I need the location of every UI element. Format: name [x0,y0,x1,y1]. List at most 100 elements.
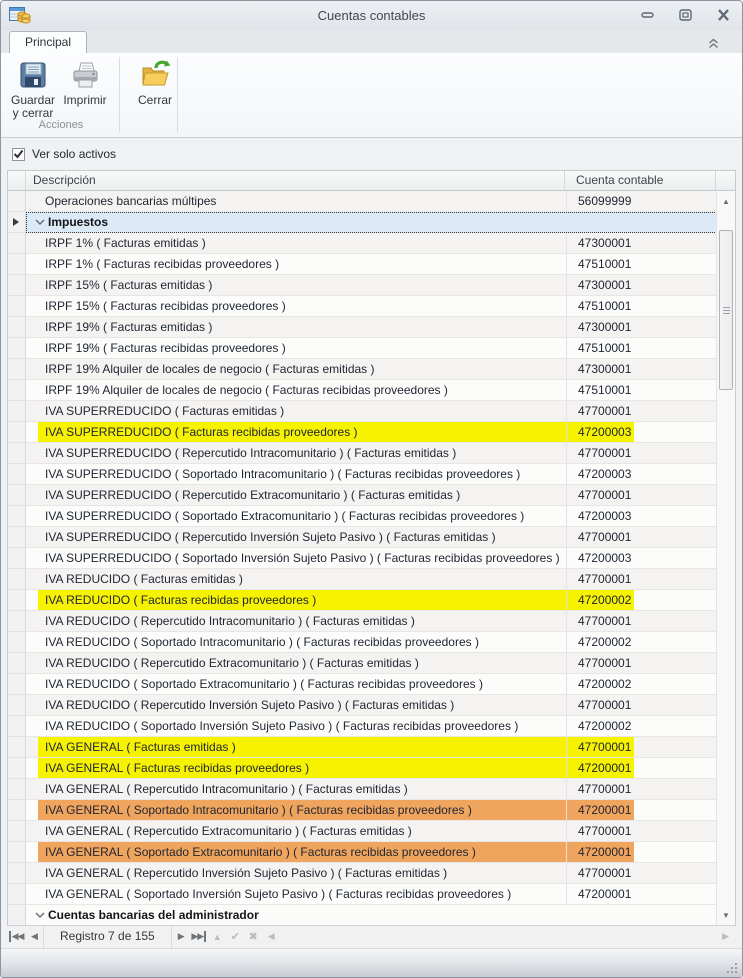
table-row[interactable]: IVA GENERAL ( Soportado Inversión Sujeto… [8,884,735,905]
table-row[interactable]: IVA GENERAL ( Repercutido Intracomunitar… [8,779,735,800]
end-edit-button[interactable]: ✔ [226,930,244,943]
table-row[interactable]: IVA REDUCIDO ( Repercutido Extracomunita… [8,653,735,674]
table-row[interactable]: IVA GENERAL ( Soportado Intracomunitario… [8,800,735,821]
table-row[interactable]: IVA SUPERREDUCIDO ( Soportado Inversión … [8,548,735,569]
cell-description[interactable]: IVA GENERAL ( Repercutido Intracomunitar… [38,779,566,799]
table-row[interactable]: IVA REDUCIDO ( Repercutido Intracomunita… [8,611,735,632]
cell-account[interactable]: 47200003 [566,464,717,484]
table-row[interactable]: IVA SUPERREDUCIDO ( Facturas recibidas p… [8,422,735,443]
cell-account[interactable]: 47700001 [566,443,717,463]
table-row[interactable]: IRPF 19% Alquiler de locales de negocio … [8,380,735,401]
cell-description[interactable]: IVA SUPERREDUCIDO ( Repercutido Extracom… [38,485,566,505]
cell-account[interactable]: 47200003 [566,506,717,526]
table-row[interactable]: IRPF 15% ( Facturas emitidas )47300001 [8,275,735,296]
cell-description[interactable]: IVA REDUCIDO ( Repercutido Extracomunita… [38,653,566,673]
cell-account[interactable]: 47200002 [566,632,717,652]
column-header-description[interactable]: Descripción [26,171,565,190]
cell-description[interactable]: IRPF 1% ( Facturas emitidas ) [38,233,566,253]
cell-description[interactable]: IVA REDUCIDO ( Soportado Intracomunitari… [38,632,566,652]
scroll-down-icon[interactable]: ▼ [717,907,735,924]
table-row[interactable]: IRPF 19% ( Facturas recibidas proveedore… [8,338,735,359]
cell-description[interactable]: IVA GENERAL ( Soportado Intracomunitario… [38,800,566,820]
table-row[interactable]: IRPF 1% ( Facturas emitidas )47300001 [8,233,735,254]
cell-description[interactable]: IVA SUPERREDUCIDO ( Facturas emitidas ) [38,401,566,421]
previous-record-button[interactable]: ◀ [25,931,43,942]
group-collapse-chevron-icon[interactable] [35,905,48,925]
show-active-only-checkbox[interactable] [12,148,25,161]
group-collapse-chevron-icon[interactable] [35,212,48,232]
cell-description[interactable]: IVA SUPERREDUCIDO ( Soportado Inversión … [38,548,566,568]
cell-account[interactable]: 47300001 [566,317,717,337]
cell-description[interactable]: IVA REDUCIDO ( Soportado Extracomunitari… [38,674,566,694]
table-row[interactable]: IVA GENERAL ( Soportado Extracomunitario… [8,842,735,863]
cell-description[interactable]: IVA GENERAL ( Repercutido Extracomunitar… [38,821,566,841]
scroll-up-icon[interactable]: ▲ [717,193,735,210]
table-row[interactable]: IVA REDUCIDO ( Soportado Inversión Sujet… [8,716,735,737]
last-record-button[interactable]: ▶▶ [190,931,208,942]
table-row[interactable]: IRPF 15% ( Facturas recibidas proveedore… [8,296,735,317]
table-row[interactable]: Operaciones bancarias múltipes56099999 [8,191,735,212]
cell-description[interactable]: IVA SUPERREDUCIDO ( Repercutido Inversió… [38,527,566,547]
table-row[interactable]: IVA SUPERREDUCIDO ( Facturas emitidas )4… [8,401,735,422]
cell-account[interactable]: 47200002 [566,590,717,610]
cancel-edit-button[interactable]: ✖ [244,930,262,943]
table-row[interactable]: IVA GENERAL ( Repercutido Inversión Suje… [8,863,735,884]
cell-description[interactable]: IVA SUPERREDUCIDO ( Repercutido Intracom… [38,443,566,463]
table-row[interactable]: IVA REDUCIDO ( Repercutido Inversión Suj… [8,695,735,716]
cell-account[interactable]: 47200001 [566,842,717,862]
group-row[interactable]: Impuestos [8,212,735,233]
table-row[interactable]: IRPF 19% Alquiler de locales de negocio … [8,359,735,380]
cell-description[interactable]: IVA REDUCIDO ( Repercutido Intracomunita… [38,611,566,631]
scrollbar-thumb[interactable] [719,230,733,390]
cell-account[interactable]: 47200002 [566,716,717,736]
maximize-button[interactable] [677,7,694,22]
table-row[interactable]: IVA REDUCIDO ( Facturas recibidas provee… [8,590,735,611]
cell-account[interactable]: 47700001 [566,695,717,715]
cell-account[interactable]: 47700001 [566,863,717,883]
cell-description[interactable]: IRPF 19% ( Facturas emitidas ) [38,317,566,337]
tab-principal[interactable]: Principal [9,31,87,53]
cell-account[interactable]: 47200001 [566,884,717,904]
cell-account[interactable]: 47300001 [566,359,717,379]
table-row[interactable]: IVA SUPERREDUCIDO ( Soportado Intracomun… [8,464,735,485]
cell-description[interactable]: IVA REDUCIDO ( Repercutido Inversión Suj… [38,695,566,715]
cell-description[interactable]: IVA SUPERREDUCIDO ( Facturas recibidas p… [38,422,566,442]
ribbon-minimize-icon[interactable] [707,36,720,47]
cell-account[interactable]: 47700001 [566,821,717,841]
cell-description[interactable]: IRPF 1% ( Facturas recibidas proveedores… [38,254,566,274]
cell-description[interactable]: IRPF 19% ( Facturas recibidas proveedore… [38,338,566,358]
cell-account[interactable]: 47700001 [566,527,717,547]
cell-description[interactable]: IVA REDUCIDO ( Soportado Inversión Sujet… [38,716,566,736]
table-row[interactable]: IVA REDUCIDO ( Facturas emitidas )477000… [8,569,735,590]
resize-grip-icon[interactable] [726,961,738,973]
save-and-close-button[interactable]: Guardar y cerrar [7,57,59,120]
cell-account[interactable]: 47200001 [566,800,717,820]
cell-account[interactable]: 47510001 [566,296,717,316]
cell-account[interactable]: 47700001 [566,653,717,673]
table-row[interactable]: IRPF 1% ( Facturas recibidas proveedores… [8,254,735,275]
close-button[interactable] [715,7,732,22]
table-row[interactable]: IRPF 19% ( Facturas emitidas )47300001 [8,317,735,338]
cell-description[interactable]: IVA REDUCIDO ( Facturas emitidas ) [38,569,566,589]
cell-account[interactable]: 47200001 [566,758,717,778]
cell-description[interactable]: IRPF 15% ( Facturas recibidas proveedore… [38,296,566,316]
cell-description[interactable]: IVA GENERAL ( Facturas emitidas ) [38,737,566,757]
group-row[interactable]: Cuentas bancarias del administrador [8,905,735,926]
cell-description[interactable]: IRPF 19% Alquiler de locales de negocio … [38,380,566,400]
cell-description[interactable]: IVA REDUCIDO ( Facturas recibidas provee… [38,590,566,610]
print-button[interactable]: Imprimir [59,57,111,120]
first-record-button[interactable]: ◀◀ [7,931,25,942]
hscroll-left-icon[interactable]: ◀ [262,931,280,942]
cell-description[interactable]: IRPF 15% ( Facturas emitidas ) [38,275,566,295]
cell-account[interactable]: 47700001 [566,611,717,631]
close-window-button[interactable]: Cerrar [129,57,181,120]
cell-description[interactable]: Operaciones bancarias múltipes [38,191,566,211]
cell-description[interactable]: IVA GENERAL ( Repercutido Inversión Suje… [38,863,566,883]
table-row[interactable]: IVA GENERAL ( Facturas emitidas )4770000… [8,737,735,758]
append-record-button[interactable]: ▲ [208,932,226,942]
table-row[interactable]: IVA REDUCIDO ( Soportado Extracomunitari… [8,674,735,695]
cell-account[interactable]: 47510001 [566,254,717,274]
cell-account[interactable]: 47700001 [566,485,717,505]
cell-account[interactable]: 56099999 [566,191,717,211]
cell-account[interactable]: 47300001 [566,275,717,295]
